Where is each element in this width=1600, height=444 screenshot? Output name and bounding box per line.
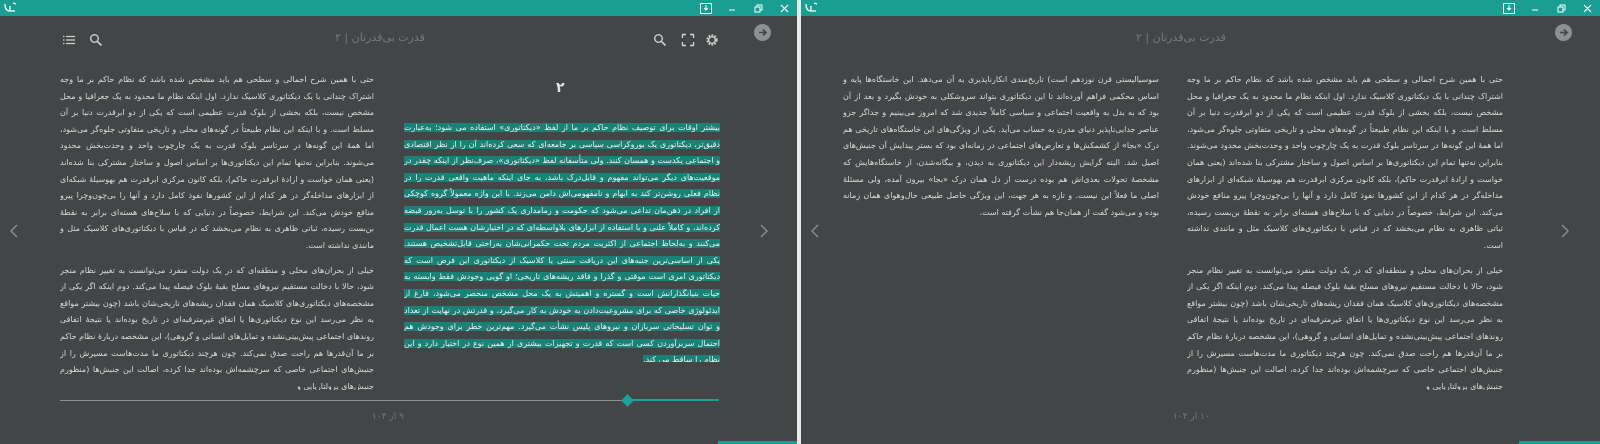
- minimize-button[interactable]: [719, 0, 745, 16]
- page-indicator: ۹ از ۱۰۴: [372, 412, 404, 422]
- search-icon[interactable]: [89, 33, 103, 47]
- close-icon: [780, 4, 788, 12]
- gear-icon[interactable]: [705, 33, 719, 47]
- download-button[interactable]: [693, 0, 719, 16]
- close-button[interactable]: [1574, 0, 1600, 16]
- page-indicator: ۱۰ از ۱۰۴: [1173, 412, 1210, 422]
- progress-fill: [626, 399, 719, 401]
- paragraph: سوسیالیستی قرن نوزدهم است) تاریخ‌مندی ان…: [843, 75, 1159, 217]
- paragraph: حتی با همین شرح اجمالی و سطحی هم باید مش…: [60, 75, 374, 250]
- page-column-right: حتی با همین شرح اجمالی و سطحی هم باید مش…: [1187, 72, 1503, 390]
- chapter-number: ۲: [556, 80, 565, 96]
- next-page-arrow-icon[interactable]: [1560, 224, 1570, 238]
- restore-icon: [754, 4, 762, 12]
- app-logo-icon: [805, 2, 818, 12]
- minimize-icon: [1532, 9, 1538, 11]
- download-button[interactable]: [1496, 0, 1522, 16]
- prev-page-arrow-icon[interactable]: [9, 224, 19, 238]
- progress-slider-handle[interactable]: [620, 394, 634, 407]
- paragraph: خیلی از بحران‌های محلی و منطقه‌ای که در …: [60, 265, 374, 390]
- close-icon: [1583, 4, 1591, 12]
- minimize-button[interactable]: [1522, 0, 1548, 16]
- forward-button[interactable]: [754, 24, 771, 41]
- title-bar[interactable]: [801, 0, 1600, 16]
- download-icon: [1503, 2, 1515, 14]
- book-title: قدرت بی‌قدرتان | ۲: [335, 31, 425, 44]
- restore-button[interactable]: [745, 0, 771, 16]
- forward-button[interactable]: [1555, 24, 1572, 41]
- page-column-left: سوسیالیستی قرن نوزدهم است) تاریخ‌مندی ان…: [843, 72, 1159, 232]
- download-icon: [700, 2, 712, 14]
- minimize-icon: [729, 9, 735, 11]
- reader-window-right: قدرت بی‌قدرتان | ۲ سوسیالیستی قرن نوزدهم…: [801, 0, 1600, 444]
- restore-icon: [1557, 4, 1565, 12]
- highlighted-paragraph[interactable]: بیشتر اوقات برای توصیف نظام حاکم بر ما ا…: [404, 120, 720, 362]
- fullscreen-icon[interactable]: [681, 33, 695, 47]
- arrow-right-icon: [759, 28, 768, 37]
- next-page-arrow-icon[interactable]: [759, 224, 769, 238]
- text-highlight[interactable]: بیشتر اوقات برای توصیف نظام حاکم بر ما ا…: [404, 123, 720, 362]
- reader-window-left: قدرت بی‌قدرتان | ۲ حتی با همین شرح اجمال…: [0, 0, 797, 444]
- restore-button[interactable]: [1548, 0, 1574, 16]
- paragraph: خیلی از بحران‌های محلی و منطقه‌ای که در …: [1187, 265, 1503, 390]
- search-icon[interactable]: [653, 33, 667, 47]
- page-column-left: حتی با همین شرح اجمالی و سطحی هم باید مش…: [60, 72, 374, 390]
- title-bar[interactable]: [0, 0, 797, 16]
- list-icon[interactable]: [62, 33, 76, 47]
- paragraph: حتی با همین شرح اجمالی و سطحی هم باید مش…: [1187, 75, 1503, 250]
- app-logo-icon: [4, 2, 17, 12]
- prev-page-arrow-icon[interactable]: [810, 224, 820, 238]
- book-title: قدرت بی‌قدرتان | ۲: [1136, 31, 1226, 44]
- arrow-right-icon: [1560, 28, 1569, 37]
- page-column-right: بیشتر اوقات برای توصیف نظام حاکم بر ما ا…: [404, 120, 720, 362]
- close-button[interactable]: [771, 0, 797, 16]
